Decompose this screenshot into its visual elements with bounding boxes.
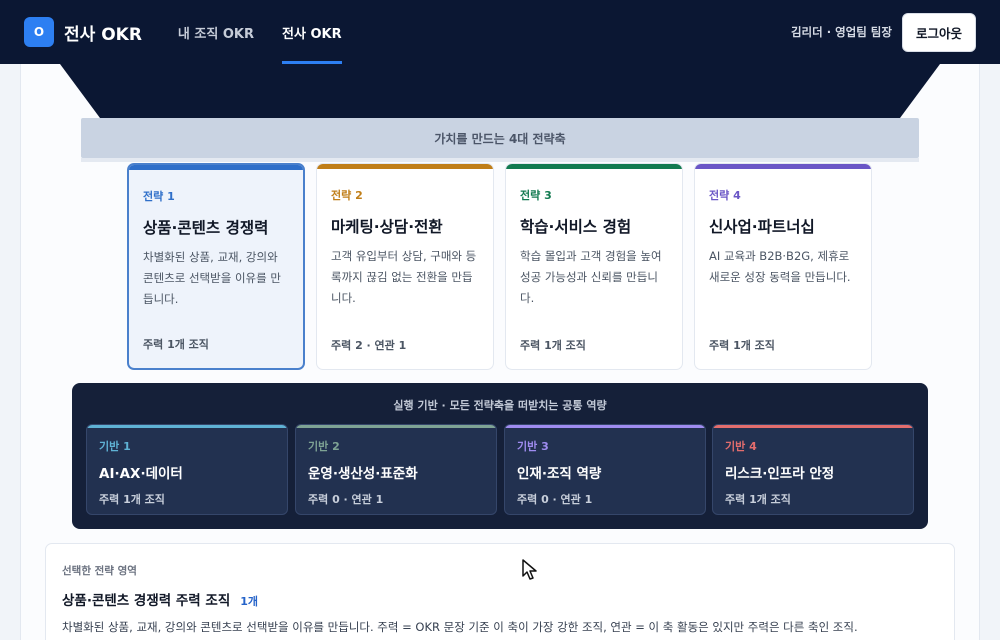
pillar-summary: 주력 2 · 연관 1 (331, 339, 407, 352)
strategy-pillar-2[interactable]: 전략 2 마케팅·상담·전환 고객 유입부터 상담, 구매와 등록까지 끊김 없… (316, 163, 494, 370)
tab-company-okr[interactable]: 전사 OKR (268, 0, 356, 64)
pillar-summary: 주력 1개 조직 (520, 339, 586, 352)
foundation-name: AI·AX·데이터 (99, 466, 183, 482)
app-logo-icon: O (24, 17, 54, 47)
pillar-title: 신사업·파트너십 (709, 218, 815, 236)
foundation-name: 인재·조직 역량 (517, 466, 602, 482)
roof-shape (60, 64, 940, 118)
strategy-pillar-4[interactable]: 전략 4 신사업·파트너십 AI 교육과 B2B·B2G, 제휴로 새로운 성장… (694, 163, 872, 370)
foundation-title: 실행 기반 · 모든 전략축을 떠받치는 공통 역량 (393, 399, 607, 412)
foundation-name: 운영·생산성·표준화 (308, 466, 418, 482)
foundation-summary: 주력 1개 조직 (725, 493, 791, 506)
pillar-tag: 전략 4 (709, 189, 741, 202)
foundation-summary: 주력 0 · 연관 1 (308, 493, 384, 506)
foundation-card-1[interactable]: 기반 1 AI·AX·데이터 주력 1개 조직 (86, 424, 288, 515)
foundation-tag: 기반 3 (517, 440, 549, 453)
roof-divider (81, 158, 919, 162)
foundation-card-4[interactable]: 기반 4 리스크·인프라 안정 주력 1개 조직 (712, 424, 914, 515)
detail-label: 선택한 전략 영역 (62, 565, 137, 577)
pillar-description: 차별화된 상품, 교재, 강의와 콘텐츠로 선택받을 이유를 만듭니다. (143, 250, 281, 306)
foundation-name: 리스크·인프라 안정 (725, 466, 835, 482)
foundation-summary: 주력 1개 조직 (99, 493, 165, 506)
app-title: 전사 OKR (64, 24, 142, 45)
pillar-description: AI 교육과 B2B·B2G, 제휴로 새로운 성장 동력을 만듭니다. (709, 249, 851, 284)
tab-my-org-okr[interactable]: 내 조직 OKR (164, 0, 268, 64)
detail-description: 차별화된 상품, 교재, 강의와 콘텐츠로 선택받을 이유를 만듭니다. 주력 … (62, 620, 858, 634)
detail-count-badge: 1개 (240, 595, 259, 608)
detail-title-row: 상품·콘텐츠 경쟁력 주력 조직 1개 (62, 589, 938, 609)
strategy-pillar-3[interactable]: 전략 3 학습·서비스 경험 학습 몰입과 고객 경험을 높여 성공 가능성과 … (505, 163, 683, 370)
foundation-summary: 주력 0 · 연관 1 (517, 493, 593, 506)
pillar-tag: 전략 1 (143, 190, 175, 203)
foundation-tag: 기반 1 (99, 440, 131, 453)
mouse-cursor-icon (522, 559, 537, 580)
foundation-tag: 기반 4 (725, 440, 757, 453)
pillar-tag: 전략 3 (520, 189, 552, 202)
pillar-tag: 전략 2 (331, 189, 363, 202)
foundation-card-3[interactable]: 기반 3 인재·조직 역량 주력 0 · 연관 1 (504, 424, 706, 515)
detail-title: 상품·콘텐츠 경쟁력 주력 조직 (62, 593, 231, 609)
strategy-pillar-1[interactable]: 전략 1 상품·콘텐츠 경쟁력 차별화된 상품, 교재, 강의와 콘텐츠로 선택… (127, 163, 305, 370)
selected-strategy-detail: 선택한 전략 영역 상품·콘텐츠 경쟁력 주력 조직 1개 차별화된 상품, 교… (45, 543, 955, 640)
pillar-summary: 주력 1개 조직 (143, 338, 209, 351)
foundation-card-2[interactable]: 기반 2 운영·생산성·표준화 주력 0 · 연관 1 (295, 424, 497, 515)
pillar-title: 마케팅·상담·전환 (331, 218, 443, 236)
user-info: 김리더 · 영업팀 팀장 (790, 25, 892, 39)
top-nav-bar: O 전사 OKR 내 조직 OKR 전사 OKR 김리더 · 영업팀 팀장 로그… (0, 0, 1000, 64)
pillar-description: 학습 몰입과 고객 경험을 높여 성공 가능성과 신뢰를 만듭니다. (520, 249, 662, 305)
pillar-title: 상품·콘텐츠 경쟁력 (143, 219, 269, 237)
main-nav: 내 조직 OKR 전사 OKR (164, 0, 356, 64)
pillar-summary: 주력 1개 조직 (709, 339, 775, 352)
execution-foundation: 실행 기반 · 모든 전략축을 떠받치는 공통 역량 기반 1 AI·AX·데이… (72, 383, 928, 529)
strategy-roof-title: 가치를 만드는 4대 전략축 (81, 118, 919, 158)
pillar-title: 학습·서비스 경험 (520, 218, 632, 236)
pillar-description: 고객 유입부터 상담, 구매와 등록까지 끊김 없는 전환을 만듭니다. (331, 249, 477, 305)
foundation-tag: 기반 2 (308, 440, 340, 453)
logout-button[interactable]: 로그아웃 (901, 12, 976, 52)
